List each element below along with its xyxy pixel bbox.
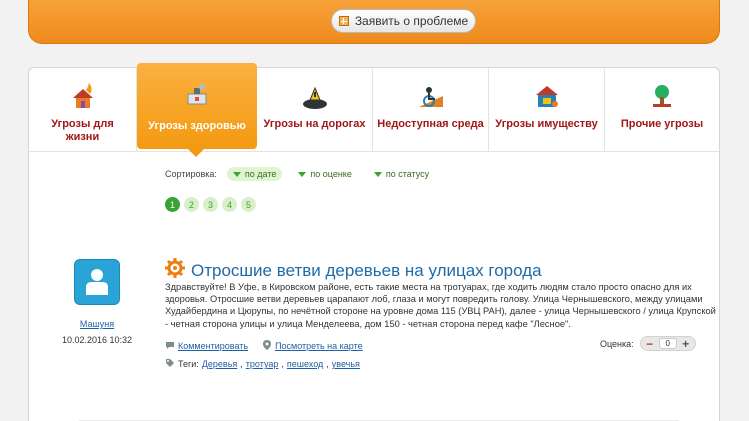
tab-property-threats[interactable]: Угрозы имуществу — [489, 68, 605, 152]
top-bar: Заявить о проблеме — [28, 0, 720, 44]
plus-icon — [338, 16, 349, 26]
tab-other-threats[interactable]: Прочие угрозы — [605, 68, 719, 152]
tree-threat-icon — [647, 82, 677, 112]
comment-link[interactable]: Комментировать — [178, 341, 248, 351]
tag-link[interactable]: Деревья — [202, 359, 237, 369]
tags-label: Теги: — [178, 359, 199, 369]
rate-down-button[interactable]: − — [644, 338, 656, 350]
health-threat-icon — [182, 80, 212, 110]
map-action: Посмотреть на карте — [262, 340, 363, 352]
report-problem-button[interactable]: Заявить о проблеме — [331, 9, 476, 33]
sort-option-label: по оценке — [310, 169, 352, 179]
tag-link[interactable]: пешеход — [287, 359, 323, 369]
tab-inaccessible-environment[interactable]: Недоступная среда — [373, 68, 489, 152]
sort-arrow-icon — [298, 171, 307, 177]
page-2[interactable]: 2 — [184, 197, 199, 212]
tab-label: Угрозы здоровью — [148, 120, 246, 132]
map-icon — [262, 340, 272, 352]
author-link[interactable]: Машуня — [29, 319, 165, 329]
wheelchair-ramp-icon — [416, 82, 446, 112]
rating-control: − 0 + — [639, 336, 696, 351]
main-panel: Угрозы для жизни Угрозы здоровью Угрозы … — [28, 63, 720, 421]
map-link[interactable]: Посмотреть на карте — [275, 341, 363, 351]
gear-icon — [165, 258, 185, 283]
tags: Теги: Деревья, тротуар, пешеход, увечья — [165, 358, 360, 370]
post-title-link[interactable]: Отросшие ветви деревьев на улицах города — [165, 258, 542, 283]
tag-link[interactable]: тротуар — [246, 359, 279, 369]
pagination: 1 2 3 4 5 — [165, 197, 256, 212]
tag-separator: , — [281, 359, 284, 369]
tab-road-threats[interactable]: Угрозы на дорогах — [257, 68, 373, 152]
tag-icon — [165, 358, 175, 370]
comment-icon — [165, 340, 175, 352]
tab-label: Угрозы на дорогах — [263, 118, 366, 130]
property-threat-icon — [532, 82, 562, 112]
sort-option-label: по статусу — [385, 169, 430, 179]
rating: Оценка: − 0 + — [600, 336, 696, 351]
tab-health-threats[interactable]: Угрозы здоровью — [137, 63, 257, 149]
tab-label: Недоступная среда — [377, 118, 484, 130]
sort-arrow-icon — [373, 171, 382, 177]
sort-by-rating[interactable]: по оценке — [292, 167, 357, 181]
post-actions: Комментировать Посмотреть на карте — [165, 340, 363, 352]
post-title: Отросшие ветви деревьев на улицах города — [191, 260, 542, 280]
rate-up-button[interactable]: + — [680, 338, 692, 350]
rating-value: 0 — [658, 338, 677, 349]
category-tabs: Угрозы для жизни Угрозы здоровью Угрозы … — [29, 63, 719, 152]
sort-bar: Сортировка: по дате по оценке по статусу — [165, 167, 435, 181]
sort-by-date[interactable]: по дате — [226, 167, 283, 181]
sort-option-label: по дате — [244, 169, 277, 179]
road-threat-icon — [300, 82, 330, 112]
page-3[interactable]: 3 — [203, 197, 218, 212]
comment-action: Комментировать — [165, 340, 248, 352]
sort-arrow-icon — [232, 171, 241, 177]
tag-separator: , — [240, 359, 243, 369]
page-1[interactable]: 1 — [165, 197, 180, 212]
avatar[interactable] — [74, 259, 120, 305]
fire-house-icon — [68, 82, 98, 112]
sort-label: Сортировка: — [165, 169, 217, 179]
post-date: 10.02.2016 10:32 — [61, 335, 133, 345]
report-problem-label: Заявить о проблеме — [354, 14, 469, 28]
sort-by-status[interactable]: по статусу — [368, 167, 435, 181]
tab-label: Угрозы имуществу — [495, 118, 598, 130]
tab-label: Прочие угрозы — [620, 118, 704, 130]
page-5[interactable]: 5 — [241, 197, 256, 212]
tab-label: Угрозы для жизни — [51, 118, 114, 143]
tag-link[interactable]: увечья — [332, 359, 360, 369]
rating-label: Оценка: — [600, 338, 634, 349]
post-body: Здравствуйте! В Уфе, в Кировском районе,… — [165, 282, 716, 329]
tab-life-threats[interactable]: Угрозы для жизни — [29, 68, 137, 152]
active-tab-pointer — [187, 148, 205, 157]
page-4[interactable]: 4 — [222, 197, 237, 212]
tag-separator: , — [326, 359, 329, 369]
